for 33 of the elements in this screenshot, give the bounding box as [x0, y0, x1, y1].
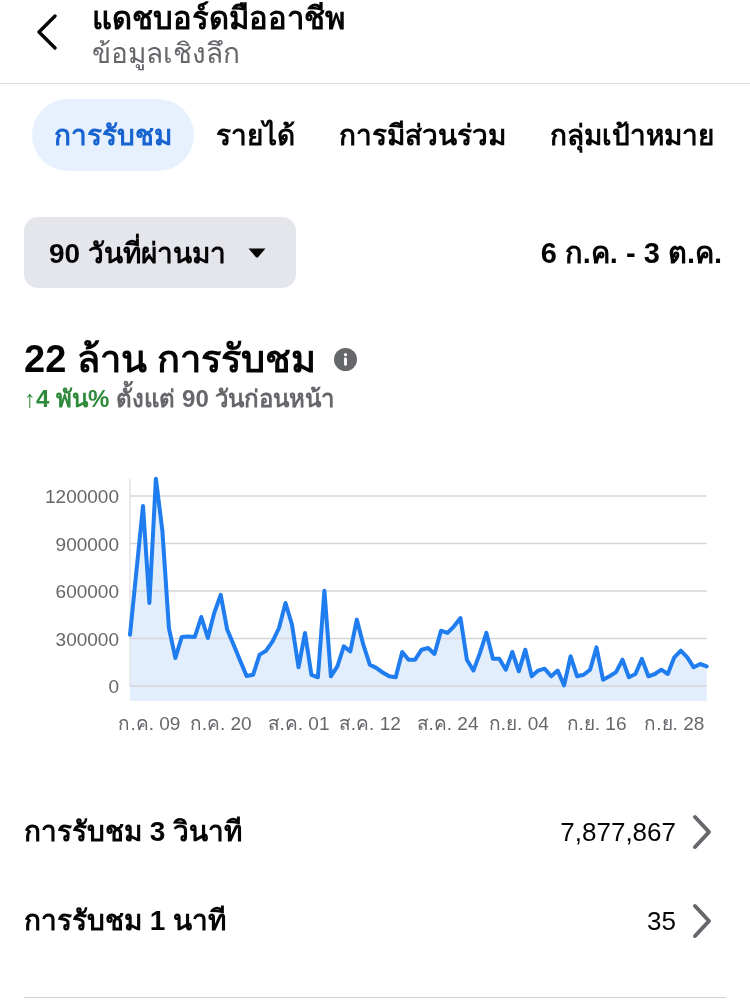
x-axis-label: ส.ค. 24: [416, 713, 479, 734]
page-subtitle: ข้อมูลเชิงลึก: [92, 37, 241, 72]
metric-value: 7,877,867: [560, 815, 676, 849]
caret-down-icon: [247, 247, 266, 258]
chevron-right-icon[interactable]: [692, 902, 712, 939]
tab[interactable]: รายได้: [194, 99, 317, 171]
tab[interactable]: การรับชม: [32, 99, 194, 171]
y-axis-label: 600000: [55, 581, 119, 602]
x-axis-label: ก.ค. 09: [118, 713, 181, 734]
chevron-right-icon[interactable]: [692, 813, 712, 850]
total-views: 22 ล้าน การรับชม: [24, 337, 317, 380]
x-axis-label: ส.ค. 12: [338, 713, 401, 734]
back-icon[interactable]: [36, 14, 58, 50]
x-axis-label: ส.ค. 01: [267, 713, 330, 734]
x-axis-label: ก.ย. 16: [566, 713, 627, 734]
date-range-dropdown[interactable]: 90 วันที่ผ่านมา: [24, 217, 296, 288]
y-axis-label: 300000: [55, 628, 119, 650]
tab[interactable]: การมีส่วนร่วม: [317, 99, 528, 171]
y-axis-label: 1200000: [45, 486, 119, 507]
page-title: แดชบอร์ดมืออาชีพ: [92, 0, 345, 38]
metric-label: การรับชม 3 วินาที: [24, 814, 244, 849]
metric-value: 35: [647, 904, 676, 938]
x-axis-label: ก.ย. 04: [488, 713, 549, 734]
y-axis-label: 900000: [55, 533, 119, 555]
x-axis-label: ก.ย. 28: [644, 713, 705, 734]
tab[interactable]: กลุ่มเป้าหมาย: [528, 99, 736, 171]
change-period: ตั้งแต่ 90 วันก่อนหน้า: [116, 382, 335, 416]
date-range-text: 6 ก.ค. - 3 ต.ค.: [540, 235, 722, 271]
metric-label: การรับชม 1 นาที: [24, 903, 228, 938]
y-axis-label: 0: [108, 676, 119, 697]
change-percent: ↑4 พัน%: [24, 384, 110, 414]
info-icon[interactable]: [334, 347, 358, 371]
x-axis-label: ก.ค. 20: [189, 713, 252, 734]
